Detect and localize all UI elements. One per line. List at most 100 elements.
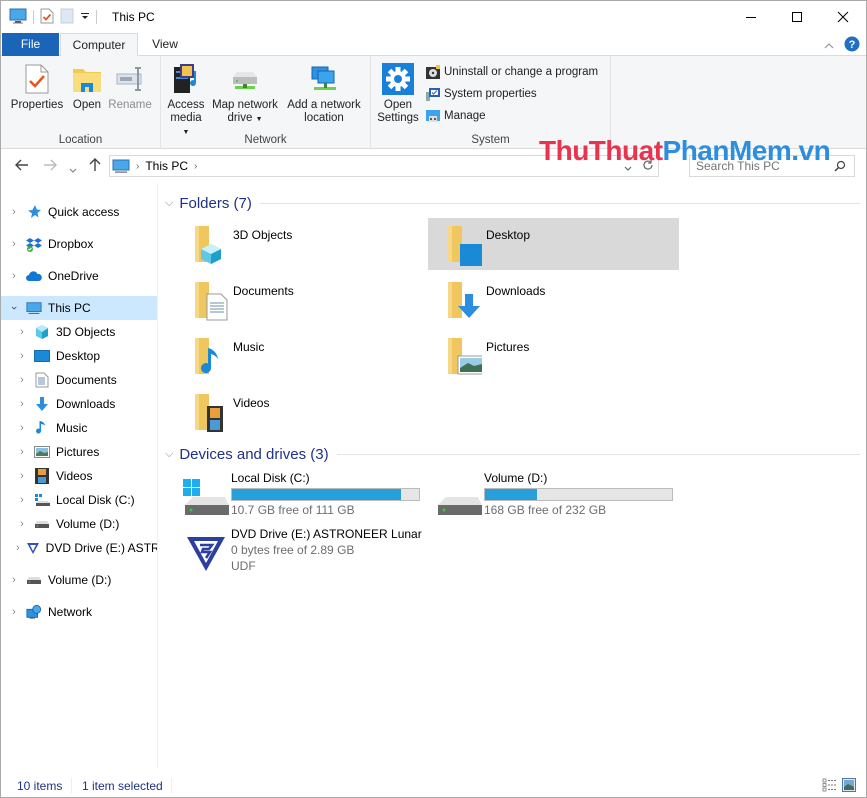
add-network-location-icon xyxy=(311,66,336,90)
manage-icon xyxy=(426,110,440,122)
help-icon[interactable]: ? xyxy=(844,36,860,55)
up-arrow-icon[interactable] xyxy=(89,158,101,175)
map-network-drive-button[interactable]: Map network drive ▼ xyxy=(209,62,281,126)
sidebar-item-desktop[interactable]: › Desktop xyxy=(1,344,157,368)
properties-button[interactable]: Properties xyxy=(9,62,65,112)
drive-tile-dvd-e[interactable]: DVD Drive (E:) ASTRONEER Lunar 0 bytes f… xyxy=(177,527,437,595)
expand-chevron-icon[interactable]: › xyxy=(8,606,20,618)
search-icon[interactable] xyxy=(834,160,846,175)
expand-chevron-icon[interactable]: › xyxy=(8,270,20,282)
sidebar-item-local-disk-c[interactable]: › Local Disk (C:) xyxy=(1,488,157,512)
collapse-ribbon-chevron-icon[interactable] xyxy=(824,39,834,53)
recent-locations-chevron-icon[interactable] xyxy=(69,161,77,177)
watermark-part-2: PhanMem.vn xyxy=(662,135,831,166)
expand-chevron-icon[interactable]: › xyxy=(16,374,28,386)
expand-chevron-icon[interactable]: › xyxy=(16,470,28,482)
uninstall-program-button[interactable]: Uninstall or change a program xyxy=(425,62,598,82)
system-properties-button[interactable]: System properties xyxy=(425,84,537,104)
open-settings-button[interactable]: Open Settings xyxy=(375,62,421,125)
sidebar-item-dvd-drive-e[interactable]: › DVD Drive (E:) ASTRONEER Lunar xyxy=(1,536,157,560)
add-network-location-button[interactable]: Add a network location xyxy=(283,62,365,125)
sidebar-item-onedrive[interactable]: › OneDrive xyxy=(1,264,157,288)
tab-view[interactable]: View xyxy=(139,33,191,56)
expand-chevron-icon[interactable]: › xyxy=(8,238,20,250)
folder-tile-pictures[interactable]: Pictures xyxy=(428,330,679,382)
expand-chevron-icon[interactable]: › xyxy=(16,542,20,554)
sidebar-item-dropbox[interactable]: › Dropbox xyxy=(1,232,157,256)
expand-chevron-icon[interactable]: › xyxy=(16,326,28,338)
tab-computer[interactable]: Computer xyxy=(60,33,138,57)
drive-usage-bar xyxy=(484,488,673,501)
collapse-group-chevron-icon[interactable]: ⌵ xyxy=(165,448,173,461)
close-button[interactable] xyxy=(820,1,866,33)
onedrive-cloud-icon xyxy=(26,268,42,284)
breadcrumb-separator-icon[interactable]: › xyxy=(194,161,197,172)
windows-drive-icon xyxy=(183,479,229,515)
folder-tile-desktop[interactable]: Desktop xyxy=(428,218,679,270)
drive-tile-local-disk-c[interactable]: Local Disk (C:) 10.7 GB free of 111 GB xyxy=(177,471,437,523)
expand-chevron-icon[interactable]: › xyxy=(16,446,28,458)
maximize-button[interactable] xyxy=(774,1,820,33)
sidebar-item-downloads[interactable]: › Downloads xyxy=(1,392,157,416)
sidebar-item-network[interactable]: › Network xyxy=(1,600,157,624)
folder-tile-documents[interactable]: Documents xyxy=(175,274,426,326)
collapse-chevron-icon[interactable]: › xyxy=(8,302,20,314)
drive-filesystem: UDF xyxy=(231,559,256,573)
this-pc-icon xyxy=(26,300,42,316)
open-button[interactable]: Open xyxy=(69,62,105,112)
sidebar-item-volume-d[interactable]: › Volume (D:) xyxy=(1,512,157,536)
expand-chevron-icon[interactable]: › xyxy=(16,518,28,530)
drives-group-header[interactable]: ⌵ Devices and drives (3) xyxy=(165,444,860,464)
sidebar-item-documents[interactable]: › Documents xyxy=(1,368,157,392)
svg-text:?: ? xyxy=(849,39,856,51)
status-divider xyxy=(171,778,172,793)
new-folder-icon[interactable] xyxy=(60,8,74,27)
expand-chevron-icon[interactable]: › xyxy=(16,494,28,506)
folders-group-header[interactable]: ⌵ Folders (7) xyxy=(165,193,860,213)
expand-chevron-icon[interactable]: › xyxy=(8,574,20,586)
drive-tile-volume-d[interactable]: Volume (D:) 168 GB free of 232 GB xyxy=(430,471,690,523)
sidebar-item-label: DVD Drive (E:) ASTRONEER Lunar xyxy=(45,541,158,555)
back-arrow-icon[interactable] xyxy=(15,158,29,174)
sidebar-item-3d-objects[interactable]: › 3D Objects xyxy=(1,320,157,344)
drive-space-info: 0 bytes free of 2.89 GB xyxy=(231,543,355,557)
collapse-group-chevron-icon[interactable]: ⌵ xyxy=(165,197,173,210)
music-folder-icon xyxy=(195,338,218,374)
documents-icon xyxy=(34,372,50,388)
sidebar-item-volume-d-root[interactable]: › Volume (D:) xyxy=(1,568,157,592)
this-pc-icon[interactable] xyxy=(9,8,27,27)
details-view-icon[interactable] xyxy=(822,778,838,795)
customize-qat-chevron-icon[interactable] xyxy=(80,10,90,24)
rename-button[interactable]: Rename xyxy=(107,62,153,112)
sidebar-item-pictures[interactable]: › Pictures xyxy=(1,440,157,464)
sidebar-item-this-pc[interactable]: › This PC xyxy=(1,296,157,320)
breadcrumb-separator-icon[interactable]: › xyxy=(136,161,139,172)
folder-tile-music[interactable]: Music xyxy=(175,330,426,382)
sidebar-item-videos[interactable]: › Videos xyxy=(1,464,157,488)
sidebar-item-label: Videos xyxy=(56,469,93,483)
large-icons-view-icon[interactable] xyxy=(842,778,856,795)
expand-chevron-icon[interactable]: › xyxy=(16,398,28,410)
manage-button[interactable]: Manage xyxy=(425,106,486,126)
sidebar-item-music[interactable]: › Music xyxy=(1,416,157,440)
expand-chevron-icon[interactable]: › xyxy=(8,206,20,218)
this-pc-icon xyxy=(112,159,130,173)
watermark-logo: ThuThuatPhanMem.vn xyxy=(539,135,831,167)
access-media-button[interactable]: Access media ▼ xyxy=(167,62,205,139)
3d-objects-folder-icon xyxy=(195,226,221,264)
breadcrumb-this-pc[interactable]: This PC xyxy=(145,159,188,173)
rename-label: Rename xyxy=(108,99,152,111)
drive-icon xyxy=(34,516,50,532)
tab-file[interactable]: File xyxy=(2,33,59,56)
forward-arrow-icon[interactable] xyxy=(43,158,57,174)
sidebar-item-label: OneDrive xyxy=(48,269,99,283)
folder-tile-downloads[interactable]: Downloads xyxy=(428,274,679,326)
folder-tile-3d-objects[interactable]: 3D Objects xyxy=(175,218,426,270)
expand-chevron-icon[interactable]: › xyxy=(16,422,28,434)
minimize-button[interactable] xyxy=(728,1,774,33)
folder-name: Downloads xyxy=(486,284,546,298)
expand-chevron-icon[interactable]: › xyxy=(16,350,28,362)
sidebar-item-quick-access[interactable]: › Quick access xyxy=(1,200,157,224)
properties-icon[interactable] xyxy=(40,8,54,27)
folder-tile-videos[interactable]: Videos xyxy=(175,386,426,438)
